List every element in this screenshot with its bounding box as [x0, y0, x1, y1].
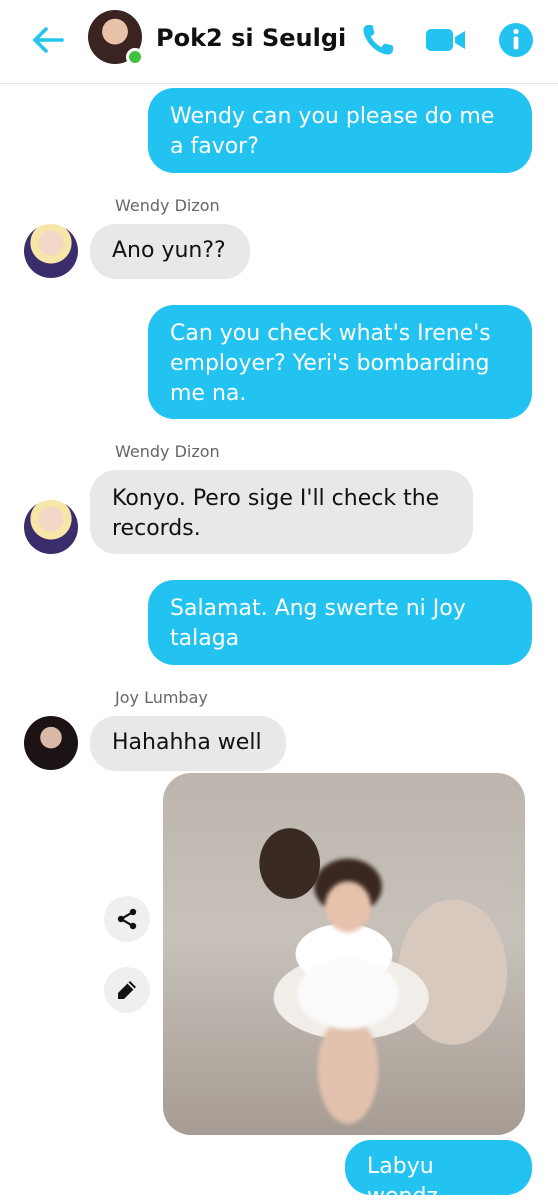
- info-icon: [499, 23, 533, 57]
- sender-avatar[interactable]: [24, 716, 78, 770]
- photo-content: [273, 843, 423, 1133]
- video-call-button[interactable]: [424, 20, 465, 60]
- photo-message[interactable]: [163, 773, 525, 1135]
- pencil-icon: [118, 981, 136, 999]
- back-button[interactable]: [28, 20, 68, 60]
- video-camera-icon: [426, 29, 465, 51]
- sender-name: Wendy Dizon: [115, 196, 220, 215]
- outgoing-message[interactable]: Labyu wendz: [345, 1140, 532, 1200]
- edit-button[interactable]: [104, 967, 150, 1013]
- outgoing-message[interactable]: Can you check what's Irene's employer? Y…: [148, 305, 532, 419]
- share-icon: [117, 908, 137, 930]
- chat-header: Pok2 si Seulgi: [0, 0, 558, 84]
- contact-avatar[interactable]: [88, 10, 144, 66]
- incoming-message[interactable]: Hahahha well: [90, 716, 286, 771]
- sender-avatar[interactable]: [24, 224, 78, 278]
- incoming-message[interactable]: Ano yun??: [90, 224, 250, 279]
- outgoing-message[interactable]: Wendy can you please do me a favor?: [148, 88, 532, 173]
- outgoing-message[interactable]: Salamat. Ang swerte ni Joy talaga: [148, 580, 532, 665]
- sender-avatar[interactable]: [24, 500, 78, 554]
- sender-name: Joy Lumbay: [115, 688, 208, 707]
- info-button[interactable]: [496, 20, 536, 60]
- phone-icon: [363, 25, 393, 55]
- online-status-dot: [126, 48, 144, 66]
- chat-title[interactable]: Pok2 si Seulgi: [156, 24, 346, 52]
- arrow-left-icon: [33, 27, 64, 53]
- share-button[interactable]: [104, 896, 150, 942]
- incoming-message[interactable]: Konyo. Pero sige I'll check the records.: [90, 470, 473, 554]
- call-button[interactable]: [358, 20, 398, 60]
- sender-name: Wendy Dizon: [115, 442, 220, 461]
